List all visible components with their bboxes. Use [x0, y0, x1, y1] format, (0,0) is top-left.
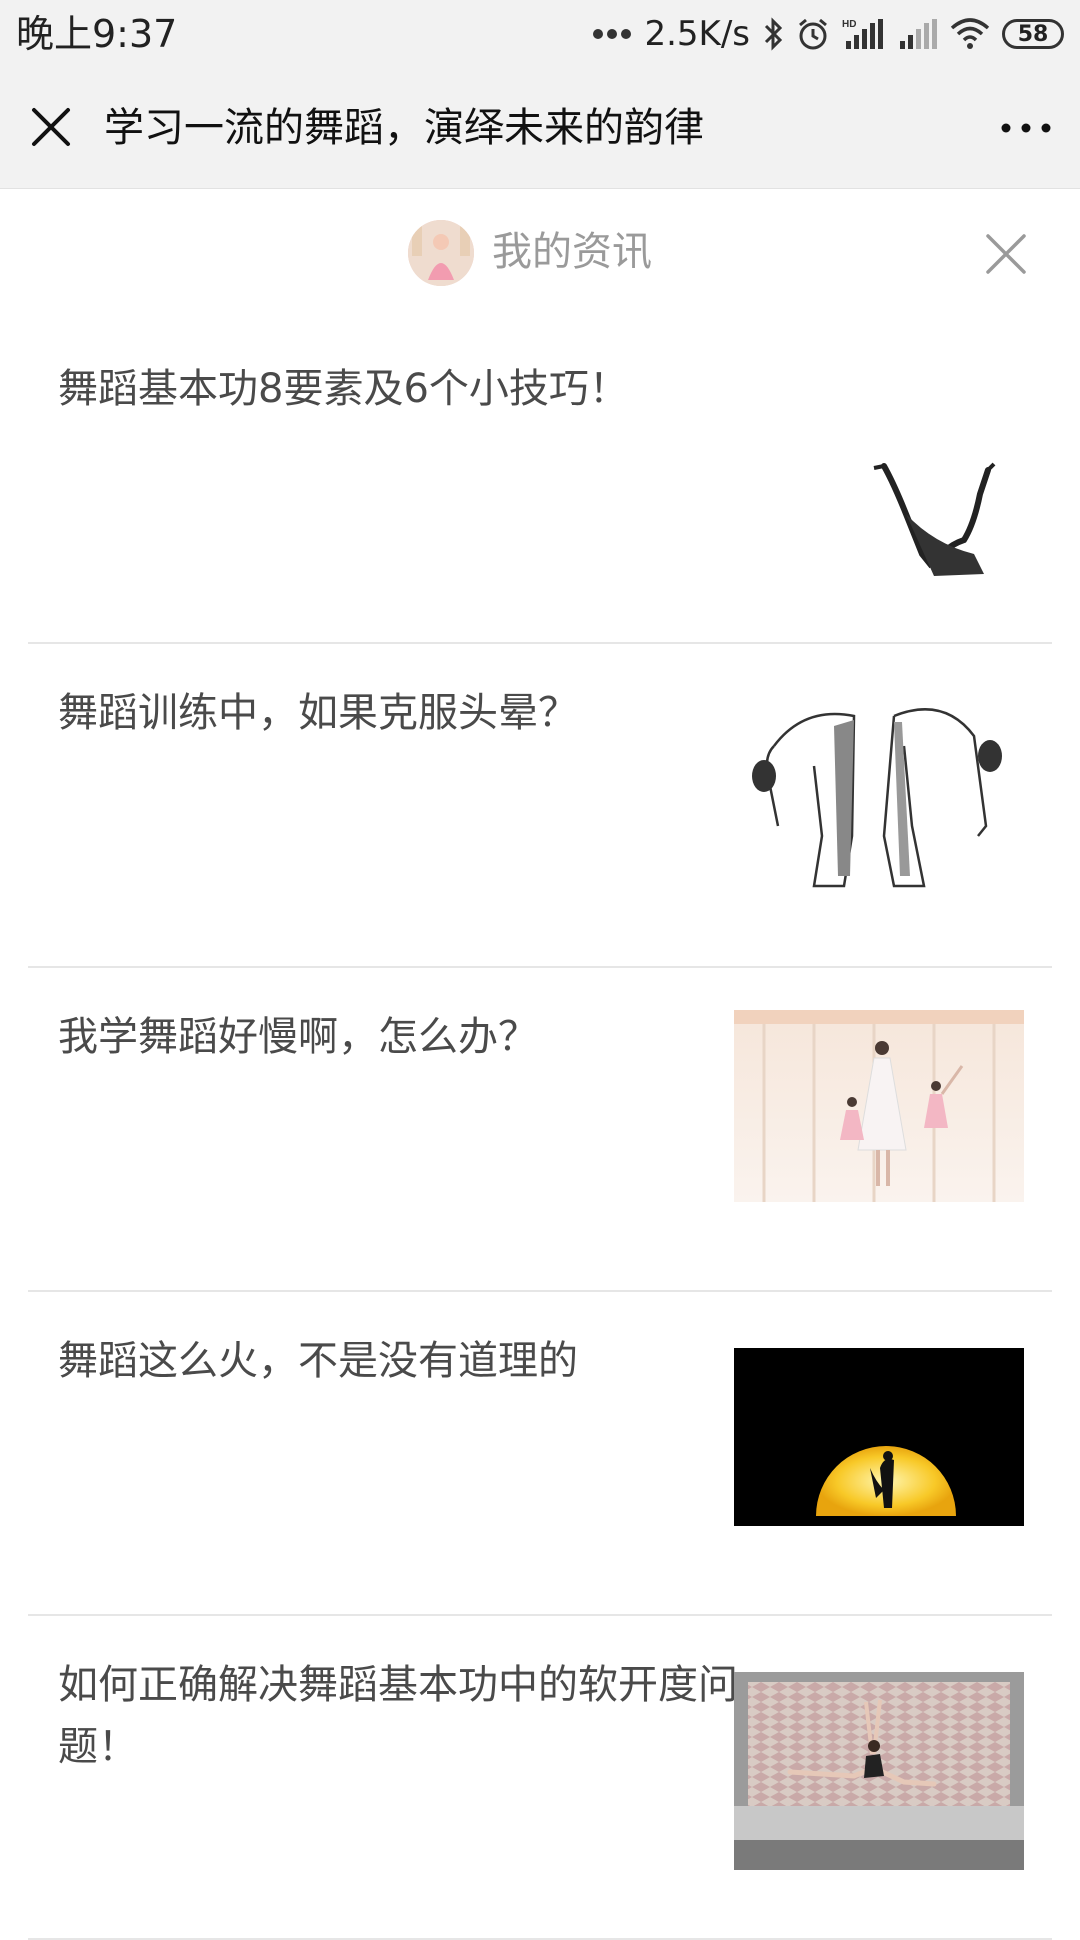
status-icons: 2.5K/s HD 58 — [592, 10, 1064, 58]
news-item[interactable]: 我学舞蹈好慢啊，怎么办？ — [28, 966, 1052, 1292]
news-item[interactable]: 如何正确解决舞蹈基本功中的软开度问题！ — [28, 1614, 1052, 1940]
battery-level: 58 — [1017, 21, 1049, 47]
news-title: 我学舞蹈好慢啊，怎么办？ — [58, 1014, 538, 1060]
moon-dancer-image — [734, 1348, 1024, 1526]
avatar — [408, 220, 474, 286]
bluetooth-icon — [764, 17, 783, 51]
status-bar: 晚上9:37 2.5K/s HD 58 — [0, 0, 1080, 68]
nav-bar: 学习一流的舞蹈，演绎未来的韵律 — [0, 68, 1080, 189]
news-item[interactable]: 舞蹈这么火，不是没有道理的 — [28, 1290, 1052, 1616]
page-title: 学习一流的舞蹈，演绎未来的韵律 — [104, 105, 704, 151]
forward-bend-sketch-image — [734, 686, 1024, 916]
dancer-silhouette-image — [734, 454, 1024, 584]
battery-icon: 58 — [1002, 19, 1064, 49]
wifi-icon — [950, 18, 990, 49]
avatar-image — [408, 220, 474, 286]
status-time: 晚上9:37 — [16, 12, 178, 56]
close-icon[interactable] — [982, 230, 1030, 278]
svg-text:HD: HD — [842, 19, 856, 30]
ballet-class-image — [734, 1010, 1024, 1202]
signal-icon — [900, 19, 937, 49]
news-title: 舞蹈基本功8要素及6个小技巧！ — [58, 366, 629, 412]
news-title: 舞蹈这么火，不是没有道理的 — [58, 1338, 578, 1384]
panel-header: 我的资讯 — [0, 188, 1080, 318]
close-icon[interactable] — [26, 102, 76, 152]
network-speed: 2.5K/s — [644, 14, 750, 54]
news-item[interactable]: 舞蹈训练中，如果克服头晕？ — [28, 642, 1052, 968]
news-title: 舞蹈训练中，如果克服头晕？ — [58, 690, 578, 736]
panel-title: 我的资讯 — [492, 229, 652, 275]
more-dots-icon — [593, 29, 632, 39]
alarm-icon — [799, 18, 827, 50]
news-title: 如何正确解决舞蹈基本功中的软开度问题！ — [58, 1662, 738, 1770]
hd-signal-icon: HD — [842, 19, 883, 49]
leaping-dancer-image — [734, 1672, 1024, 1870]
news-item[interactable]: 舞蹈基本功8要素及6个小技巧！ — [28, 318, 1052, 644]
more-icon[interactable] — [998, 108, 1054, 148]
